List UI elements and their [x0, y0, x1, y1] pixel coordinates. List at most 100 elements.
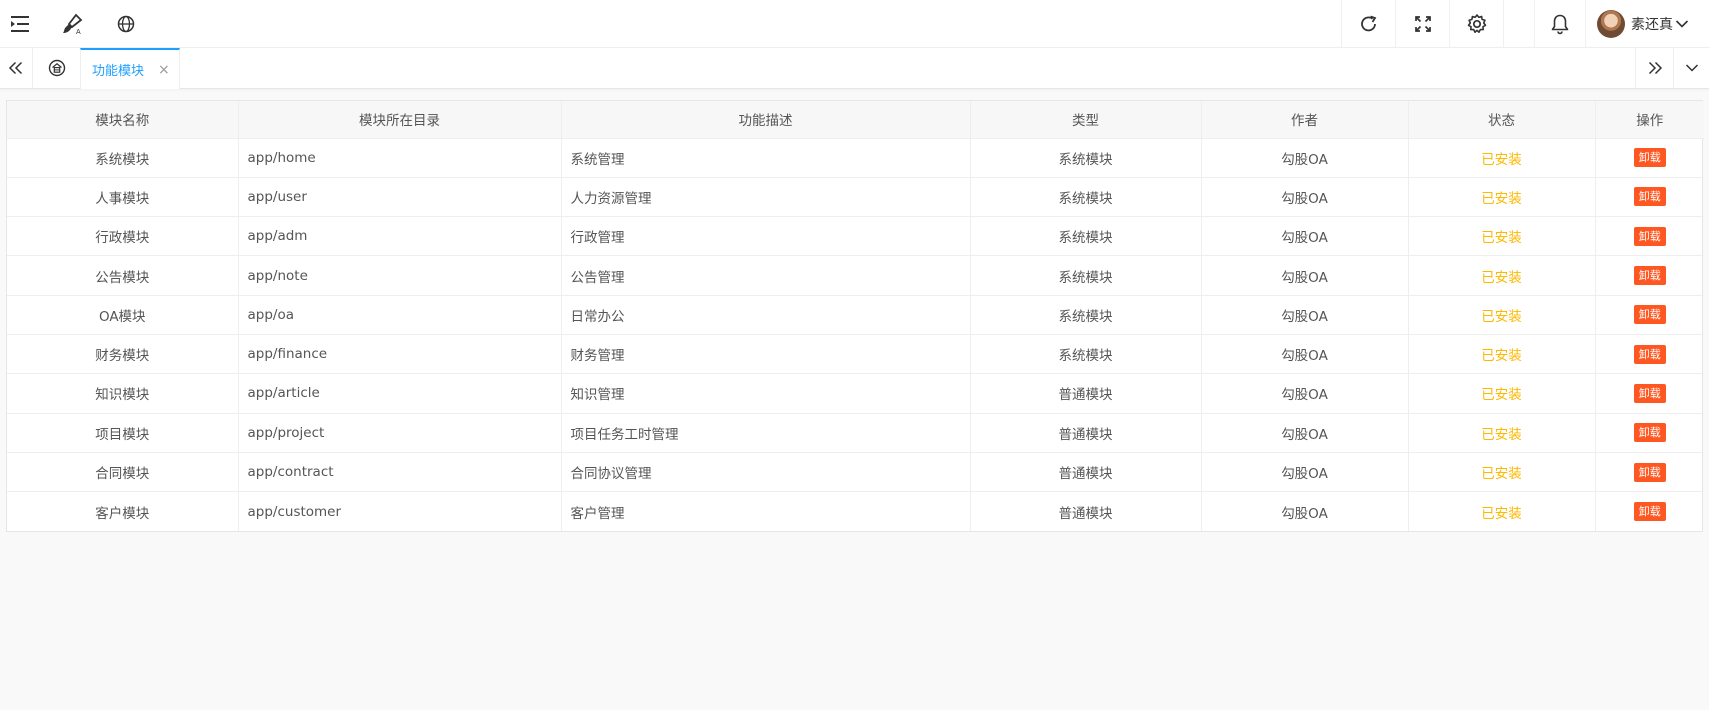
- module-dir-cell: app/adm: [238, 216, 562, 257]
- module-name-cell: 财务模块: [7, 334, 239, 375]
- uninstall-button[interactable]: 卸载: [1633, 305, 1666, 325]
- module-dir-cell: app/contract: [238, 452, 562, 493]
- module-desc-cell: 财务管理: [561, 334, 971, 375]
- chevron-down-icon[interactable]: [1675, 19, 1689, 29]
- top-header: A 素还真: [0, 0, 1709, 48]
- module-author-cell: 勾股OA: [1201, 295, 1409, 335]
- module-desc-cell: 行政管理: [561, 216, 971, 257]
- action-cell: 卸载: [1595, 373, 1704, 414]
- status-cell: 已安装: [1408, 295, 1596, 335]
- user-name[interactable]: 素还真: [1631, 14, 1673, 34]
- action-cell: 卸载: [1595, 452, 1704, 493]
- globe-icon[interactable]: [112, 0, 140, 48]
- module-desc-cell: 日常办公: [561, 295, 971, 335]
- bell-icon[interactable]: [1535, 0, 1585, 48]
- uninstall-button[interactable]: 卸载: [1633, 423, 1666, 443]
- table-row: 财务模块 app/finance 财务管理 系统模块 勾股OA 已安装 卸载: [7, 334, 1704, 375]
- theme-brush-icon[interactable]: A: [58, 0, 86, 48]
- module-dir-cell: app/note: [238, 255, 562, 296]
- avatar[interactable]: [1597, 10, 1625, 38]
- module-author-cell: 勾股OA: [1201, 177, 1409, 218]
- status-cell: 已安装: [1408, 452, 1596, 493]
- module-type-cell: 系统模块: [970, 138, 1202, 178]
- column-header: 操作: [1595, 101, 1704, 139]
- table-row: 系统模块 app/home 系统管理 系统模块 勾股OA 已安装 卸载: [7, 138, 1704, 178]
- module-desc-cell: 公告管理: [561, 255, 971, 296]
- module-author-cell: 勾股OA: [1201, 413, 1409, 453]
- module-dir-cell: app/article: [238, 373, 562, 414]
- user-menu[interactable]: 素还真: [1597, 0, 1689, 48]
- module-author-cell: 勾股OA: [1201, 334, 1409, 375]
- module-dir-cell: app/home: [238, 138, 562, 178]
- menu-fold-icon[interactable]: [6, 0, 34, 48]
- module-type-cell: 系统模块: [970, 295, 1202, 335]
- status-cell: 已安装: [1408, 334, 1596, 375]
- module-name-cell: 合同模块: [7, 452, 239, 493]
- tab-bar: 功能模块 ×: [0, 48, 1709, 89]
- module-name-cell: 项目模块: [7, 413, 239, 453]
- action-cell: 卸载: [1595, 138, 1704, 178]
- refresh-icon[interactable]: [1342, 0, 1395, 48]
- svg-text:A: A: [76, 29, 81, 35]
- action-cell: 卸载: [1595, 413, 1704, 453]
- uninstall-button[interactable]: 卸载: [1633, 344, 1666, 364]
- settings-gear-icon[interactable]: [1450, 0, 1503, 48]
- tabs-scroll-right-icon[interactable]: [1635, 48, 1673, 88]
- module-desc-cell: 人力资源管理: [561, 177, 971, 218]
- table-row: 人事模块 app/user 人力资源管理 系统模块 勾股OA 已安装 卸载: [7, 177, 1704, 218]
- module-name-cell: 客户模块: [7, 491, 239, 531]
- action-cell: 卸载: [1595, 177, 1704, 218]
- module-type-cell: 普通模块: [970, 491, 1202, 531]
- module-desc-cell: 系统管理: [561, 138, 971, 178]
- table-row: 客户模块 app/customer 客户管理 普通模块 勾股OA 已安装 卸载: [7, 491, 1704, 531]
- module-name-cell: OA模块: [7, 295, 239, 335]
- module-type-cell: 系统模块: [970, 216, 1202, 257]
- column-header: 模块所在目录: [238, 101, 562, 139]
- uninstall-button[interactable]: 卸载: [1633, 383, 1666, 403]
- module-desc-cell: 合同协议管理: [561, 452, 971, 493]
- uninstall-button[interactable]: 卸载: [1633, 187, 1666, 207]
- module-type-cell: 普通模块: [970, 452, 1202, 493]
- module-author-cell: 勾股OA: [1201, 255, 1409, 296]
- uninstall-button[interactable]: 卸载: [1633, 462, 1666, 482]
- tab-close-icon[interactable]: ×: [158, 63, 170, 77]
- status-cell: 已安装: [1408, 413, 1596, 453]
- module-desc-cell: 知识管理: [561, 373, 971, 414]
- module-name-cell: 系统模块: [7, 138, 239, 178]
- module-type-cell: 系统模块: [970, 334, 1202, 375]
- uninstall-button[interactable]: 卸载: [1633, 148, 1666, 168]
- module-dir-cell: app/project: [238, 413, 562, 453]
- module-author-cell: 勾股OA: [1201, 138, 1409, 178]
- fullscreen-icon[interactable]: [1396, 0, 1449, 48]
- module-type-cell: 普通模块: [970, 373, 1202, 414]
- module-author-cell: 勾股OA: [1201, 491, 1409, 531]
- action-cell: 卸载: [1595, 295, 1704, 335]
- tabs-scroll-left-icon[interactable]: [0, 48, 33, 88]
- header-divider: [1585, 0, 1586, 48]
- module-name-cell: 知识模块: [7, 373, 239, 414]
- module-dir-cell: app/customer: [238, 491, 562, 531]
- module-author-cell: 勾股OA: [1201, 452, 1409, 493]
- module-desc-cell: 项目任务工时管理: [561, 413, 971, 453]
- module-name-cell: 公告模块: [7, 255, 239, 296]
- module-desc-cell: 客户管理: [561, 491, 971, 531]
- table-row: 知识模块 app/article 知识管理 普通模块 勾股OA 已安装 卸载: [7, 373, 1704, 414]
- tab-label: 功能模块: [92, 64, 145, 79]
- uninstall-button[interactable]: 卸载: [1633, 502, 1666, 522]
- module-name-cell: 人事模块: [7, 177, 239, 218]
- column-header: 状态: [1408, 101, 1596, 139]
- status-cell: 已安装: [1408, 138, 1596, 178]
- action-cell: 卸载: [1595, 255, 1704, 296]
- column-header: 功能描述: [561, 101, 971, 139]
- tab-function-module[interactable]: 功能模块 ×: [80, 48, 180, 89]
- module-table: 模块名称 模块所在目录 功能描述 类型 作者 状态 操作 系统模块 app/ho…: [6, 100, 1704, 532]
- home-lock-icon[interactable]: [34, 48, 80, 88]
- status-cell: 已安装: [1408, 373, 1596, 414]
- module-type-cell: 系统模块: [970, 255, 1202, 296]
- uninstall-button[interactable]: 卸载: [1633, 226, 1666, 246]
- column-header: 作者: [1201, 101, 1409, 139]
- uninstall-button[interactable]: 卸载: [1633, 266, 1666, 286]
- action-cell: 卸载: [1595, 216, 1704, 257]
- table-header-row: 模块名称 模块所在目录 功能描述 类型 作者 状态 操作: [7, 101, 1704, 139]
- tabs-dropdown-icon[interactable]: [1673, 48, 1709, 88]
